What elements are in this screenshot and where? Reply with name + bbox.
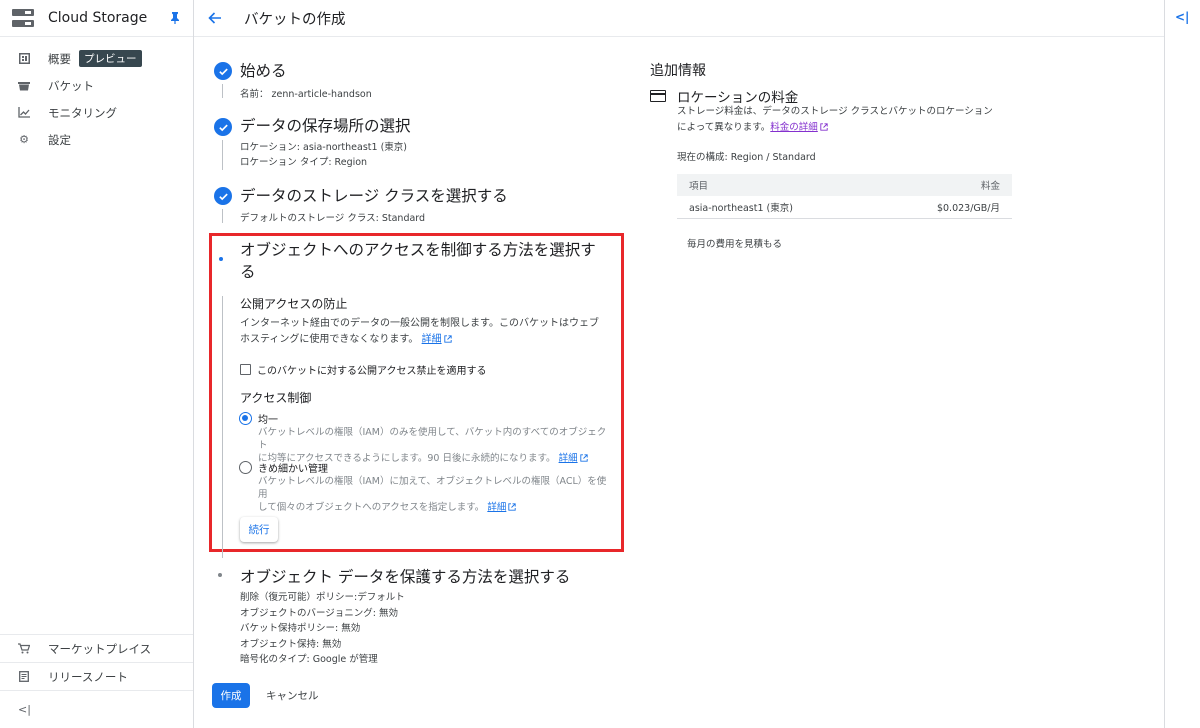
- step-complete-check-icon: [214, 187, 232, 205]
- notes-icon: [18, 671, 30, 683]
- step-title-line: る: [240, 263, 256, 281]
- info-title: 追加情報: [650, 63, 706, 79]
- sidebar-item-label: 設定: [48, 132, 71, 147]
- step-detail: ロケーション タイプ: Region: [240, 157, 368, 168]
- preview-badge: プレビュー: [79, 50, 142, 67]
- step-complete-check-icon: [214, 118, 232, 136]
- uniform-radio[interactable]: [239, 412, 252, 425]
- step-detail: ロケーション: asia-northeast1 (東京): [240, 142, 407, 153]
- step-title-current: オブジェクトへのアクセスを制御する方法を選択す る: [240, 239, 615, 283]
- radio-desc: して個々のオブジェクトへのアクセスを指定します。: [258, 502, 485, 513]
- gear-icon: ⚙: [19, 133, 29, 146]
- credit-card-icon: [650, 90, 666, 102]
- cloud-storage-icon: [12, 9, 34, 27]
- sidebar-header: Cloud Storage: [0, 0, 193, 37]
- table-header: 項目: [677, 174, 877, 196]
- sidebar-item-label: マーケットプレイス: [48, 641, 152, 656]
- pending-step-dot: [218, 573, 222, 577]
- sidebar-item-settings[interactable]: ⚙ 設定: [0, 126, 193, 153]
- sidebar-item-release-notes[interactable]: リリースノート: [0, 662, 193, 690]
- sidebar-item-overview[interactable]: 概要 プレビュー: [0, 45, 193, 72]
- sidebar-item-label: リリースノート: [48, 669, 128, 684]
- price-table: 項目 料金 asia-northeast1 (東京) $0.023/GB/月: [677, 174, 1012, 219]
- page-title: バケットの作成: [244, 11, 346, 28]
- step-connector: [222, 209, 223, 223]
- external-link-icon: [820, 122, 828, 131]
- step-connector: [222, 296, 223, 558]
- external-link-icon: [579, 454, 588, 462]
- sidebar-item-marketplace[interactable]: マーケットプレイス: [0, 634, 193, 662]
- public-access-desc: インターネット経由でのデータの一般公開を制限します。このバケットはウェブ: [240, 318, 599, 329]
- table-cell: $0.023/GB/月: [876, 196, 1012, 219]
- sidebar-item-buckets[interactable]: バケット: [0, 72, 193, 99]
- sidebar-item-monitoring[interactable]: モニタリング: [0, 99, 193, 126]
- step-title-line: オブジェクトへのアクセスを制御する方法を選択す: [240, 241, 596, 259]
- learn-more-link[interactable]: 詳細: [559, 453, 578, 464]
- current-step-dot: [219, 257, 223, 261]
- step-detail: オブジェクトのバージョニング: 無効: [240, 607, 399, 619]
- step-detail: 暗号化のタイプ: Google が管理: [240, 654, 378, 665]
- fine-grained-radio[interactable]: [239, 461, 252, 474]
- pricing-details-link[interactable]: 料金の詳細: [770, 122, 818, 133]
- step-title: オブジェクト データを保護する方法を選択する: [240, 568, 571, 586]
- table-row: asia-northeast1 (東京) $0.023/GB/月: [677, 196, 1012, 219]
- checkbox-label: このバケットに対する公開アクセス禁止を適用する: [257, 366, 487, 377]
- step-detail: 削除（復元可能）ポリシー:デフォルト: [240, 592, 405, 603]
- bucket-icon: [18, 80, 30, 92]
- public-access-title: 公開アクセスの防止: [240, 297, 348, 311]
- location-price-title: ロケーションの料金: [677, 90, 799, 106]
- info-desc: によって異なります。: [677, 121, 771, 133]
- estimate-link[interactable]: 毎月の費用を見積もる: [687, 236, 782, 250]
- radio-label: 均一: [258, 415, 278, 426]
- public-access-desc: ホスティングに使用できなくなります。: [240, 334, 419, 345]
- radio-label: きめ細かい管理: [258, 464, 328, 475]
- learn-more-link[interactable]: 詳細: [487, 502, 506, 513]
- external-link-icon: [443, 335, 452, 343]
- dashboard-icon: [18, 53, 30, 65]
- product-title: Cloud Storage: [48, 10, 148, 26]
- info-desc: ストレージ料金は、データのストレージ クラスとバケットのロケーション: [677, 106, 993, 117]
- sidebar-item-label: モニタリング: [48, 105, 117, 120]
- learn-more-link[interactable]: 詳細: [422, 334, 442, 345]
- step-connector: [222, 84, 223, 98]
- continue-button[interactable]: 続行: [240, 517, 278, 542]
- step-detail: バケット保持ポリシー: 無効: [240, 623, 361, 634]
- external-link-icon: [508, 503, 516, 511]
- step-title: データのストレージ クラスを選択する: [240, 187, 508, 205]
- collapse-icon: <|: [18, 703, 31, 716]
- page-header: バケットの作成: [194, 0, 1164, 37]
- step-detail: デフォルトのストレージ クラス: Standard: [240, 213, 426, 224]
- sidebar: Cloud Storage 概要 プレビュー バケット モニタリング ⚙ 設定 …: [0, 0, 194, 728]
- step-detail: オブジェクト保持: 無効: [240, 638, 342, 650]
- sidebar-item-label: バケット: [48, 78, 94, 93]
- radio-desc: バケットレベルの権限（IAM）に加えて、オブジェクトレベルの権限（ACL）を使用: [258, 476, 607, 500]
- expand-panel-button[interactable]: <|: [1175, 10, 1189, 24]
- pin-icon[interactable]: [170, 12, 180, 24]
- info-panel: 追加情報 ロケーションの料金 ストレージ料金は、データのストレージ クラスとバケ…: [650, 60, 1020, 250]
- back-arrow-icon[interactable]: [208, 9, 224, 28]
- step-title: データの保存場所の選択: [240, 117, 411, 135]
- cancel-button[interactable]: キャンセル: [266, 683, 319, 708]
- step-complete-check-icon: [214, 62, 232, 80]
- current-config: 現在の構成: Region / Standard: [677, 152, 816, 163]
- radio-desc: バケットレベルの権限（IAM）のみを使用して、バケット内のすべてのオブジェクト: [258, 427, 607, 451]
- table-header: 料金: [876, 174, 1012, 196]
- collapse-sidebar-button[interactable]: <|: [0, 690, 193, 728]
- monitoring-icon: [18, 107, 30, 119]
- table-cell: asia-northeast1 (東京): [677, 196, 877, 219]
- step-detail: 名前： zenn-article-handson: [240, 89, 372, 100]
- cart-icon: [18, 643, 30, 655]
- step-connector: [222, 140, 223, 170]
- public-access-checkbox[interactable]: [240, 364, 251, 375]
- access-control-title: アクセス制御: [240, 391, 312, 405]
- right-panel: <|: [1164, 0, 1200, 728]
- public-access-checkbox-row[interactable]: このバケットに対する公開アクセス禁止を適用する: [240, 362, 487, 377]
- sidebar-item-label: 概要: [48, 51, 71, 66]
- step-title: 始める: [240, 62, 287, 80]
- create-button[interactable]: 作成: [212, 683, 250, 708]
